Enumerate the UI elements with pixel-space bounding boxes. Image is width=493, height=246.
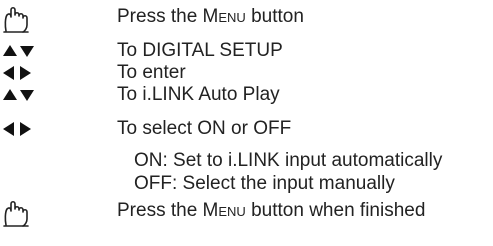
step-4-text: To i.LINK Auto Play: [117, 84, 280, 105]
step-1-text: Press the Menu button: [117, 6, 304, 27]
menu-hand-icon: [0, 200, 72, 227]
up-down-arrows-icon: [0, 40, 72, 64]
step-4: To i.LINK Auto Play: [0, 84, 493, 108]
step-6: Press the Menu button when finished: [0, 200, 493, 227]
left-right-arrows-icon: [0, 62, 72, 86]
step-2-text: To DIGITAL SETUP: [117, 40, 283, 61]
menu-hand-icon: [0, 6, 72, 33]
option-off: OFF: Select the input manually: [134, 173, 395, 194]
option-on: ON: Set to i.LINK input automatically: [134, 150, 443, 171]
up-down-arrows-icon: [0, 84, 72, 108]
step-3: To enter: [0, 62, 493, 86]
step-6-text: Press the Menu button when finished: [117, 200, 426, 221]
step-2: To DIGITAL SETUP: [0, 40, 493, 64]
step-3-text: To enter: [117, 62, 186, 83]
step-5-text: To select ON or OFF: [117, 118, 292, 139]
step-5: To select ON or OFF: [0, 118, 493, 142]
step-1: Press the Menu button: [0, 6, 493, 33]
left-right-arrows-icon: [0, 118, 72, 142]
